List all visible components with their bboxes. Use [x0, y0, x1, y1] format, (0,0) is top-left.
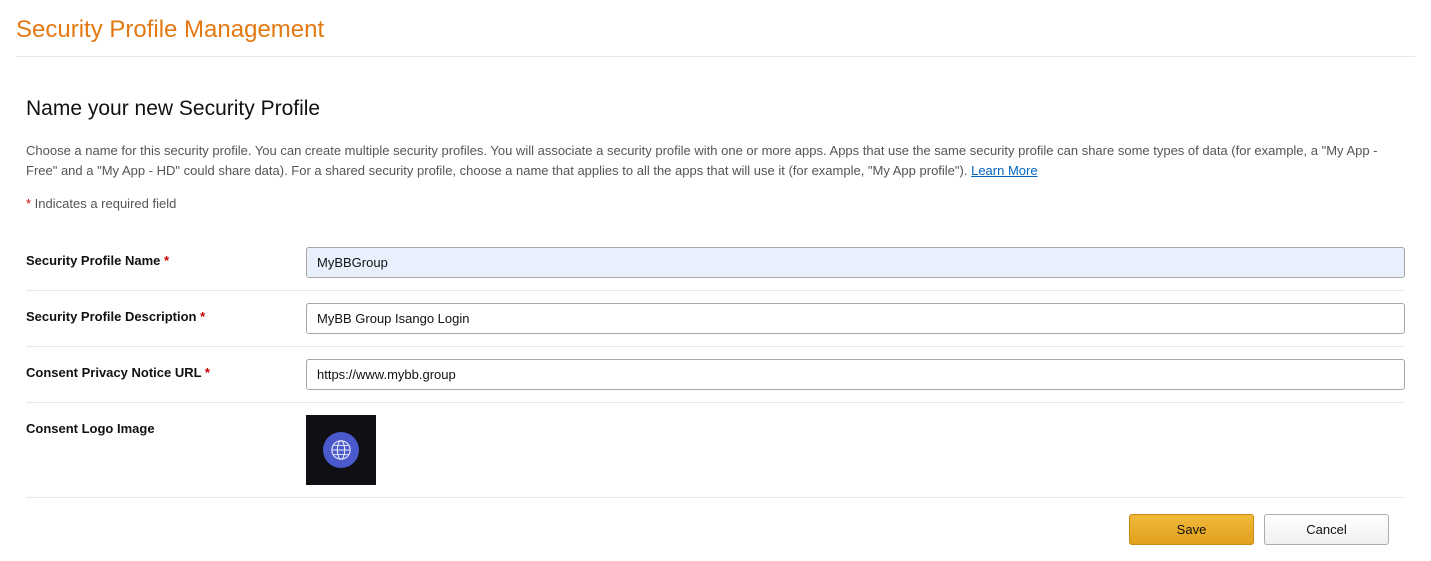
- form-row-logo: Consent Logo Image: [26, 403, 1405, 498]
- cancel-button[interactable]: Cancel: [1264, 514, 1389, 545]
- required-field-note: * Indicates a required field: [26, 196, 1405, 211]
- label-logo: Consent Logo Image: [26, 415, 306, 436]
- form-row-profile-name: Security Profile Name *: [26, 235, 1405, 291]
- save-button[interactable]: Save: [1129, 514, 1254, 545]
- logo-circle-icon: [323, 432, 359, 468]
- learn-more-link[interactable]: Learn More: [971, 163, 1037, 178]
- required-note-text: Indicates a required field: [31, 196, 176, 211]
- input-profile-name[interactable]: [306, 247, 1405, 278]
- form-row-profile-description: Security Profile Description *: [26, 291, 1405, 347]
- form-button-row: Save Cancel: [26, 514, 1405, 545]
- section-title: Name your new Security Profile: [26, 97, 1405, 121]
- label-profile-name-text: Security Profile Name: [26, 253, 164, 268]
- label-profile-name: Security Profile Name *: [26, 247, 306, 268]
- consent-logo-preview[interactable]: [306, 415, 376, 485]
- label-privacy-url: Consent Privacy Notice URL *: [26, 359, 306, 380]
- page-title: Security Profile Management: [16, 16, 1415, 57]
- required-asterisk: *: [164, 253, 169, 268]
- description-text: Choose a name for this security profile.…: [26, 143, 1378, 178]
- label-profile-description: Security Profile Description *: [26, 303, 306, 324]
- form-row-privacy-url: Consent Privacy Notice URL *: [26, 347, 1405, 403]
- section-description: Choose a name for this security profile.…: [26, 141, 1405, 180]
- label-profile-description-text: Security Profile Description: [26, 309, 200, 324]
- input-privacy-url[interactable]: [306, 359, 1405, 390]
- required-asterisk: *: [200, 309, 205, 324]
- input-profile-description[interactable]: [306, 303, 1405, 334]
- required-asterisk: *: [205, 365, 210, 380]
- label-privacy-url-text: Consent Privacy Notice URL: [26, 365, 205, 380]
- globe-icon: [330, 439, 352, 461]
